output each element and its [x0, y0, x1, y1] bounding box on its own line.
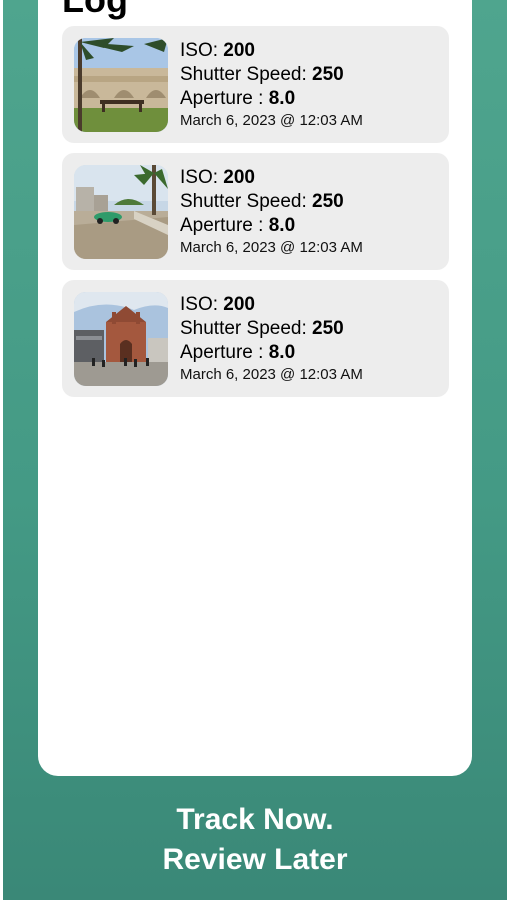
iso-label: ISO:: [180, 294, 224, 315]
log-entry-list: ISO: 200 Shutter Speed: 250 Aperture : 8…: [62, 26, 449, 407]
iso-row: ISO: 200: [180, 293, 363, 317]
entry-details: ISO: 200 Shutter Speed: 250 Aperture : 8…: [180, 293, 363, 385]
log-entry[interactable]: ISO: 200 Shutter Speed: 250 Aperture : 8…: [62, 26, 449, 143]
iso-row: ISO: 200: [180, 39, 363, 63]
photo-thumbnail[interactable]: [74, 292, 168, 386]
aperture-row: Aperture : 8.0: [180, 214, 363, 238]
page-title: Log: [62, 0, 128, 18]
shutter-value: 250: [312, 318, 344, 339]
shutter-value: 250: [312, 64, 344, 85]
aperture-value: 8.0: [268, 88, 296, 109]
entry-date: March 6, 2023 @ 12:03 AM: [180, 366, 363, 383]
aperture-value: 8.0: [268, 215, 296, 236]
aperture-row: Aperture : 8.0: [180, 341, 363, 365]
iso-value: 200: [223, 294, 255, 315]
photo-thumbnail[interactable]: [74, 38, 168, 132]
entry-details: ISO: 200 Shutter Speed: 250 Aperture : 8…: [180, 166, 363, 258]
log-entry[interactable]: ISO: 200 Shutter Speed: 250 Aperture : 8…: [62, 153, 449, 270]
aperture-label: Aperture :: [180, 215, 269, 236]
shutter-row: Shutter Speed: 250: [180, 190, 363, 214]
iso-value: 200: [223, 40, 255, 61]
shutter-label: Shutter Speed:: [180, 318, 313, 339]
log-card: Log: [38, 0, 472, 776]
iso-label: ISO:: [180, 167, 224, 188]
log-entry[interactable]: ISO: 200 Shutter Speed: 250 Aperture : 8…: [62, 280, 449, 397]
aperture-row: Aperture : 8.0: [180, 87, 363, 111]
shutter-label: Shutter Speed:: [180, 191, 313, 212]
entry-date: March 6, 2023 @ 12:03 AM: [180, 112, 363, 129]
iso-value: 200: [223, 167, 255, 188]
entry-details: ISO: 200 Shutter Speed: 250 Aperture : 8…: [180, 39, 363, 131]
shutter-value: 250: [312, 191, 344, 212]
iso-label: ISO:: [180, 40, 224, 61]
photo-thumbnail[interactable]: [74, 165, 168, 259]
iso-row: ISO: 200: [180, 166, 363, 190]
shutter-row: Shutter Speed: 250: [180, 317, 363, 341]
shutter-label: Shutter Speed:: [180, 64, 313, 85]
tagline-line-1: Track Now.: [176, 803, 334, 836]
tagline-line-2: Review Later: [162, 843, 348, 876]
shutter-row: Shutter Speed: 250: [180, 63, 363, 87]
entry-date: March 6, 2023 @ 12:03 AM: [180, 239, 363, 256]
tagline: Track Now. Review Later: [3, 800, 507, 880]
aperture-value: 8.0: [268, 342, 296, 363]
aperture-label: Aperture :: [180, 88, 269, 109]
aperture-label: Aperture :: [180, 342, 269, 363]
